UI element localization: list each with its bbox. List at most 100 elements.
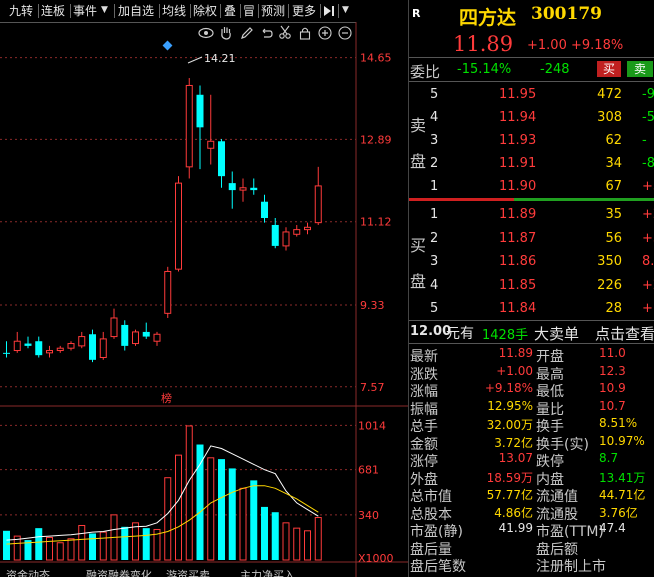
toolbar-shijian[interactable]: 事件 — [73, 3, 97, 19]
tab-zijin[interactable]: 资金动态 — [6, 567, 50, 577]
asks-price: 11.93 — [499, 133, 537, 148]
stat-value: 47.4 — [599, 521, 626, 535]
price-change-pct: +9.18% — [571, 38, 624, 53]
stat-value: 3.72亿 — [494, 435, 533, 450]
volume-bar — [282, 522, 290, 561]
bang-label[interactable]: 榜 — [161, 390, 172, 406]
bids-volume: 28 — [605, 301, 622, 316]
candle-body — [293, 229, 301, 235]
toolbar-jiuzhuan[interactable]: 九转 — [9, 3, 33, 19]
volume-bar — [121, 526, 129, 560]
candle-body — [271, 224, 279, 246]
toolbar-divider — [338, 4, 339, 18]
candle-body — [196, 94, 204, 128]
weibi-label: 委比 — [410, 63, 441, 81]
weibi-pct: -15.14% — [457, 62, 512, 77]
asks-volume: 34 — [605, 156, 622, 171]
chart-axis-labels: 14.65 12.89 11.12 9.33 7.57 1014 681 340 X1000 — [358, 52, 394, 565]
bids-volume: 350 — [597, 254, 622, 269]
play-step-icon[interactable] — [322, 4, 336, 18]
candle-body — [110, 317, 118, 338]
toolbar-divider — [114, 4, 115, 18]
zoom-in-icon[interactable] — [318, 26, 332, 40]
stat-value: 13.41万 — [599, 470, 646, 485]
stat-value: 8.7 — [599, 451, 619, 465]
bids-level: 1 — [430, 207, 439, 222]
toolbar-overlay[interactable]: 叠 — [224, 3, 236, 19]
toolbar-divider — [258, 4, 259, 18]
zoom-out-icon[interactable] — [338, 26, 352, 40]
volume-bar — [185, 425, 193, 561]
chevron-down-icon[interactable]: ▼ — [342, 5, 349, 15]
buy-button[interactable]: 买 — [597, 61, 621, 77]
volume-bar — [35, 528, 43, 560]
candle-body — [99, 338, 107, 358]
stat-value: 11.0 — [599, 346, 626, 360]
candle-body — [314, 185, 322, 224]
candle-body — [56, 347, 64, 352]
volume-bar — [99, 531, 107, 561]
candle-body — [78, 336, 86, 347]
volume-ma-lines — [6, 445, 319, 545]
bids-delta: +2 — [642, 207, 654, 222]
bids-delta: 8.7 — [642, 254, 654, 269]
lock-icon[interactable] — [298, 26, 312, 40]
volume-bar — [175, 454, 182, 561]
asks-price: 11.91 — [499, 156, 537, 171]
stock-code: 300179 — [531, 4, 602, 24]
pen-icon[interactable] — [240, 26, 254, 40]
big-order-view-link[interactable]: 点击查看 — [595, 323, 654, 344]
toolbar-forecast[interactable]: 预测 — [261, 3, 285, 19]
volume-bar — [293, 527, 301, 561]
toolbar-more[interactable]: 更多 — [292, 3, 316, 19]
toolbar-ma[interactable]: 均线 — [162, 3, 186, 19]
ask-label-top: 卖 — [410, 116, 427, 135]
hand-icon[interactable] — [219, 25, 233, 40]
volume-bar — [261, 506, 268, 560]
candle-body — [175, 182, 182, 270]
toolbar-divider — [220, 4, 221, 18]
volume-bar — [314, 517, 322, 561]
stat-value: 10.9 — [599, 381, 626, 395]
big-order-type: 大卖单 — [534, 325, 580, 343]
bids-price: 11.85 — [499, 277, 537, 293]
scissors-icon[interactable] — [278, 25, 292, 40]
asks-volume: 472 — [597, 87, 622, 102]
bids-level: 5 — [430, 301, 439, 316]
volume-bar — [271, 512, 279, 560]
bids-price: 11.86 — [499, 254, 537, 269]
bottom-tab-bar: 资金动态 融资融券变化 游资买卖 主力净买入 — [0, 566, 356, 577]
candle-body — [35, 341, 43, 356]
eye-icon[interactable] — [198, 26, 214, 40]
undo-icon[interactable] — [259, 26, 273, 40]
bids-delta: +3 — [642, 230, 654, 246]
kline-chart[interactable]: 14.65 12.89 11.12 9.33 7.57 1014 681 340 X1000 — [0, 22, 408, 577]
asks-delta: -5 — [642, 110, 654, 125]
volume-bar — [218, 459, 225, 560]
asks-delta: -8 — [642, 156, 654, 171]
toolbar-add-watch[interactable]: 加自选 — [118, 3, 154, 19]
sell-button[interactable]: 卖 — [627, 61, 653, 77]
weibi-diff: -248 — [540, 62, 570, 77]
volume-bar — [250, 480, 258, 560]
stat-value: 44.71亿 — [599, 488, 646, 502]
toolbar-exright[interactable]: 除权 — [193, 3, 217, 19]
tab-rongzi[interactable]: 融资融券变化 — [86, 567, 152, 577]
bids-level: 2 — [430, 230, 439, 246]
stat-value: 11.89 — [498, 346, 533, 360]
toolbar-mao[interactable]: 冒 — [243, 3, 255, 19]
toolbar-lianban[interactable]: 连板 — [41, 3, 65, 19]
candle-body — [46, 350, 53, 354]
volume-bar — [196, 444, 204, 560]
tab-youzi[interactable]: 游资买卖 — [166, 567, 210, 577]
bids-price: 11.87 — [499, 230, 537, 246]
stat-value: 32.00万 — [486, 418, 533, 432]
bids-price: 11.84 — [499, 301, 537, 316]
volume-bar — [132, 522, 139, 561]
chart-toolbar: 九转 连板 事件 ▼ 加自选 均线 除权 叠 冒 预测 更多 ▼ — [0, 0, 356, 23]
tab-zhuli[interactable]: 主力净买入 — [240, 567, 295, 577]
chevron-down-icon[interactable]: ▼ — [101, 5, 108, 15]
volume-tick-label: 340 — [358, 509, 379, 522]
toolbar-divider — [70, 4, 71, 18]
stat-value: +9.18% — [484, 381, 533, 395]
